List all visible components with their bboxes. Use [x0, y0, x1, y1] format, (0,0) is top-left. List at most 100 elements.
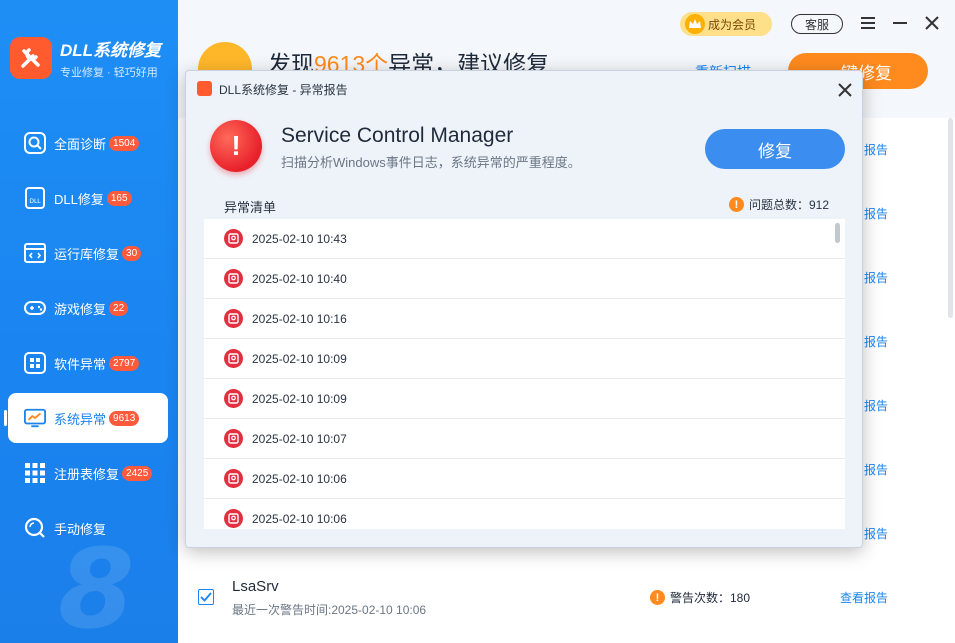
scrollbar[interactable]	[948, 118, 953, 318]
total-count: ! 问题总数：912	[729, 196, 829, 213]
search-icon	[24, 517, 46, 539]
close-icon[interactable]	[922, 13, 942, 33]
brand: DLL系统修复 专业修复 · 轻巧好用	[10, 36, 161, 80]
vip-button[interactable]: 成为会员	[680, 12, 772, 36]
report-link[interactable]: 报告	[864, 333, 888, 350]
event-log-icon	[224, 469, 243, 488]
warning-count-label: 警告次数：180	[670, 591, 751, 605]
entry-time: 2025-02-10 10:09	[252, 391, 347, 406]
event-log-icon	[224, 509, 243, 528]
top-bar: 成为会员 客服	[178, 0, 955, 50]
report-link[interactable]: 报告	[864, 461, 888, 478]
count-badge: 2425	[122, 465, 153, 481]
service-description: 扫描分析Windows事件日志，系统异常的严重程度。	[281, 155, 581, 170]
wrench-logo-icon	[10, 37, 52, 79]
list-item[interactable]: 2025-02-10 10:16	[204, 299, 845, 339]
list-item[interactable]: 2025-02-10 10:09	[204, 379, 845, 419]
sidebar-item-system[interactable]: 系统异常 9613	[4, 393, 168, 443]
crown-icon	[684, 13, 706, 35]
sidebar-item-registry[interactable]: 注册表修复 2425	[8, 448, 168, 498]
event-log-icon	[224, 349, 243, 368]
count-badge: 22	[109, 300, 129, 316]
list-item[interactable]: 2025-02-10 10:09	[204, 339, 845, 379]
dialog-header: DLL系统修复 - 异常报告	[186, 71, 862, 107]
app-slogan: 专业修复 · 轻巧好用	[60, 67, 158, 79]
error-icon: !	[210, 120, 262, 172]
apps-icon	[24, 352, 46, 374]
close-icon[interactable]	[836, 81, 854, 99]
magnify-icon	[24, 132, 46, 154]
sidebar-item-full-scan[interactable]: 全面诊断 1504	[8, 118, 168, 168]
entry-time: 2025-02-10 10:06	[252, 471, 347, 486]
entry-time: 2025-02-10 10:09	[252, 351, 347, 366]
minimize-icon[interactable]	[890, 13, 910, 33]
entry-time: 2025-02-10 10:07	[252, 431, 347, 446]
menu-icon[interactable]	[858, 13, 878, 33]
active-indicator	[4, 410, 7, 426]
sidebar-item-runtime[interactable]: 运行库修复 30	[8, 228, 168, 278]
report-dialog: DLL系统修复 - 异常报告 ! Service Control Manager…	[185, 70, 863, 548]
sidebar: DLL系统修复 专业修复 · 轻巧好用 全面诊断 1504 DLL DLL修复 …	[0, 0, 178, 643]
event-log-icon	[224, 269, 243, 288]
list-scrollbar[interactable]	[835, 223, 840, 243]
count-badge: 165	[106, 190, 132, 206]
alert-icon: !	[729, 197, 744, 212]
sidebar-item-game[interactable]: 游戏修复 22	[8, 283, 168, 333]
report-link[interactable]: 报告	[864, 205, 888, 222]
report-link[interactable]: 报告	[864, 397, 888, 414]
sidebar-item-label: 软件异常	[54, 356, 107, 372]
count-badge: 1504	[109, 135, 140, 151]
report-link[interactable]: 报告	[864, 525, 888, 542]
count-badge: 2797	[109, 355, 140, 371]
row-name: LsaSrv	[232, 578, 279, 595]
dialog-title: DLL系统修复 - 异常报告	[219, 83, 348, 97]
sidebar-item-label: 游戏修复	[54, 301, 107, 317]
decorative-number: 8	[58, 525, 135, 643]
total-count-label: 问题总数：912	[749, 198, 830, 212]
event-log-icon	[224, 229, 243, 248]
monitor-chart-icon	[24, 407, 46, 429]
sidebar-item-label: DLL修复	[54, 191, 104, 207]
entry-time: 2025-02-10 10:06	[252, 511, 347, 526]
list-item[interactable]: 2025-02-10 10:40	[204, 259, 845, 299]
entry-time: 2025-02-10 10:43	[252, 231, 347, 246]
list-item[interactable]: 2025-02-10 10:06	[204, 459, 845, 499]
sidebar-item-software[interactable]: 软件异常 2797	[8, 338, 168, 388]
gamepad-icon	[24, 297, 46, 319]
sidebar-item-dll[interactable]: DLL DLL修复 165	[8, 173, 168, 223]
count-badge: 30	[122, 245, 142, 261]
sidebar-item-label: 全面诊断	[54, 136, 107, 152]
sidebar-nav: 全面诊断 1504 DLL DLL修复 165 运行库修复 30 游戏修复 22…	[4, 118, 168, 558]
svg-text:DLL: DLL	[29, 198, 41, 205]
code-window-icon	[24, 242, 46, 264]
event-log-icon	[224, 389, 243, 408]
entry-time: 2025-02-10 10:40	[252, 271, 347, 286]
sidebar-item-label: 系统异常	[54, 411, 107, 427]
fix-button[interactable]: 修复	[705, 129, 845, 169]
event-log-icon	[224, 429, 243, 448]
sidebar-item-label: 注册表修复	[54, 466, 120, 482]
list-label: 异常清单	[224, 200, 277, 215]
view-report-link[interactable]: 查看报告	[840, 589, 888, 606]
app-title: DLL系统修复	[60, 41, 162, 60]
dll-file-icon: DLL	[24, 187, 46, 209]
row-time: 最近一次警告时间:2025-02-10 10:06	[232, 603, 427, 617]
count-badge: 9613	[109, 410, 140, 426]
entry-time: 2025-02-10 10:16	[252, 311, 347, 326]
service-name: Service Control Manager	[281, 124, 514, 147]
sidebar-item-label: 运行库修复	[54, 246, 120, 262]
event-log-icon	[224, 309, 243, 328]
wrench-logo-icon	[197, 81, 212, 96]
report-link[interactable]: 报告	[864, 141, 888, 158]
alert-icon: !	[650, 590, 665, 605]
anomaly-list: 2025-02-10 10:43 2025-02-10 10:40 2025-0…	[204, 219, 845, 529]
grid-icon	[24, 462, 46, 484]
row-checkbox[interactable]	[198, 589, 214, 605]
report-link[interactable]: 报告	[864, 269, 888, 286]
vip-label: 成为会员	[708, 17, 757, 32]
row-warning-count: ! 警告次数：180	[650, 589, 750, 606]
list-item[interactable]: 2025-02-10 10:06	[204, 499, 845, 529]
list-item[interactable]: 2025-02-10 10:07	[204, 419, 845, 459]
service-button[interactable]: 客服	[791, 14, 843, 34]
list-item[interactable]: 2025-02-10 10:43	[204, 219, 845, 259]
